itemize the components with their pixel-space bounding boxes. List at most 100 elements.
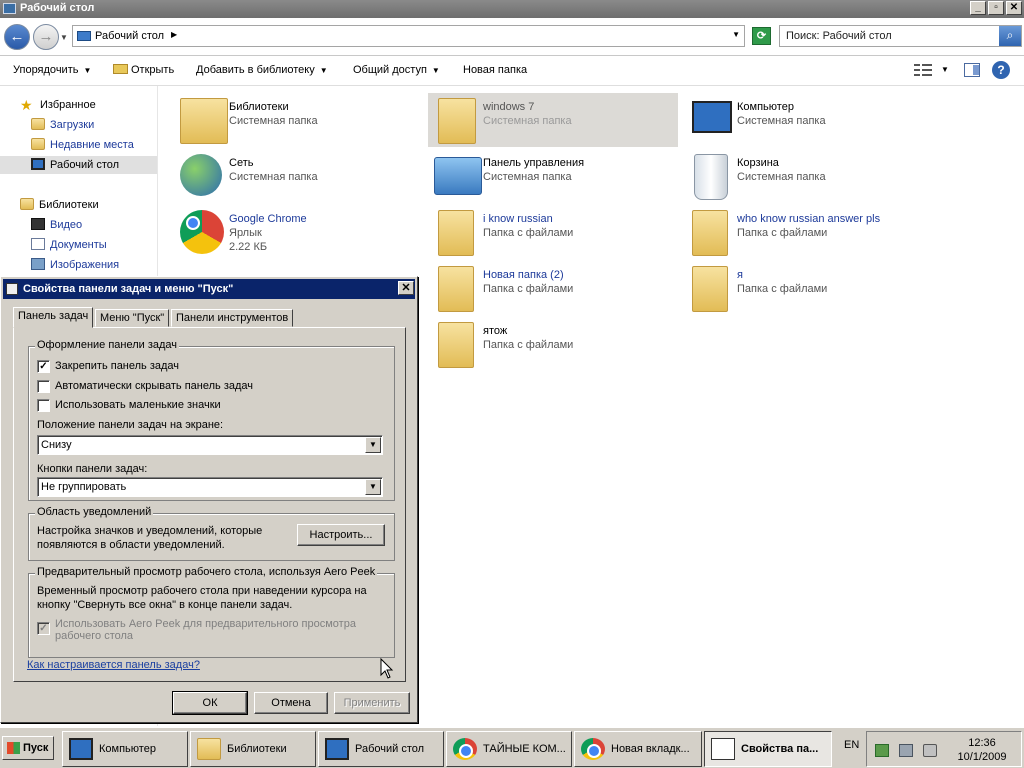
item-name: Новая папка (2) bbox=[483, 269, 564, 281]
volume-muted-icon[interactable] bbox=[923, 744, 937, 757]
taskbar-button-computer[interactable]: Компьютер bbox=[62, 731, 188, 767]
lock-taskbar-checkbox[interactable]: ✓ bbox=[37, 360, 50, 373]
aero-peek-checkbox[interactable]: ✓ bbox=[37, 622, 50, 635]
nav-images[interactable]: Изображения bbox=[31, 256, 119, 274]
address-box[interactable]: Рабочий стол ▶ ▼ bbox=[72, 25, 745, 47]
list-item[interactable]: windows 7 Системная папка bbox=[428, 93, 678, 147]
nav-favorites-label: Избранное bbox=[40, 99, 96, 111]
taskbar-button-chrome-2[interactable]: Новая вкладк... bbox=[574, 731, 702, 767]
address-dropdown-icon[interactable]: ▼ bbox=[732, 30, 740, 39]
buttons-select[interactable]: Не группировать ▼ bbox=[37, 477, 383, 497]
taskbar-button-desktop[interactable]: Рабочий стол bbox=[318, 731, 444, 767]
computer-icon bbox=[69, 738, 93, 760]
security-icon[interactable] bbox=[875, 744, 889, 757]
start-label: Пуск bbox=[23, 742, 49, 754]
address-path[interactable]: Рабочий стол bbox=[95, 30, 164, 42]
item-type: Системная папка bbox=[229, 115, 318, 127]
item-type: Системная папка bbox=[483, 171, 572, 183]
explorer-title-bar[interactable]: Рабочий стол _ ▫ ✕ bbox=[0, 0, 1024, 18]
downloads-folder-icon bbox=[31, 118, 45, 130]
nav-video[interactable]: Видео bbox=[31, 216, 82, 234]
taskbar-button-libraries[interactable]: Библиотеки bbox=[190, 731, 316, 767]
back-button[interactable]: ← bbox=[4, 24, 30, 50]
ok-button[interactable]: ОК bbox=[172, 691, 248, 715]
libraries-icon bbox=[20, 198, 34, 210]
dialog-close-button[interactable]: ✕ bbox=[398, 281, 414, 295]
folder-icon bbox=[438, 322, 474, 368]
search-input[interactable] bbox=[780, 26, 999, 46]
nav-documents[interactable]: Документы bbox=[31, 236, 107, 254]
path-chevron-icon[interactable]: ▶ bbox=[171, 30, 177, 39]
taskbar-button-properties[interactable]: Свойства па... bbox=[704, 731, 832, 767]
tab-toolbars[interactable]: Панели инструментов bbox=[171, 309, 293, 327]
chevron-down-icon[interactable]: ▼ bbox=[365, 437, 381, 453]
item-name: windows 7 bbox=[483, 101, 535, 113]
list-item[interactable]: Библиотеки Системная папка bbox=[174, 93, 424, 147]
open-button[interactable]: Открыть bbox=[113, 64, 174, 76]
new-folder-button[interactable]: Новая папка bbox=[463, 64, 527, 76]
forward-button[interactable]: → bbox=[33, 24, 59, 50]
position-select[interactable]: Снизу ▼ bbox=[37, 435, 383, 455]
add-to-library-button[interactable]: Добавить в библиотеку ▼ bbox=[196, 64, 328, 76]
small-icons-checkbox[interactable] bbox=[37, 399, 50, 412]
folder-icon bbox=[692, 266, 728, 312]
chevron-down-icon[interactable]: ▼ bbox=[365, 479, 381, 495]
small-icons-label[interactable]: Использовать маленькие значки bbox=[55, 399, 221, 411]
nav-downloads-label: Загрузки bbox=[50, 119, 95, 131]
minimize-button[interactable]: _ bbox=[970, 1, 986, 15]
view-options-icon[interactable] bbox=[914, 63, 932, 77]
list-item[interactable]: Новая папка (2) Папка с файлами bbox=[428, 261, 678, 315]
list-item[interactable]: who know russian answer pls Папка с файл… bbox=[682, 205, 932, 259]
list-item[interactable]: i know russian Папка с файлами bbox=[428, 205, 678, 259]
nav-recent[interactable]: Недавние места bbox=[31, 136, 134, 154]
tab-taskbar[interactable]: Панель задач bbox=[13, 307, 93, 328]
chevron-down-icon: ▼ bbox=[431, 66, 440, 75]
view-dropdown-icon[interactable]: ▼ bbox=[941, 65, 949, 74]
organize-button[interactable]: Упорядочить ▼ bbox=[13, 64, 91, 76]
clock[interactable]: 12:36 10/1/2009 bbox=[947, 736, 1017, 764]
properties-icon bbox=[711, 738, 735, 760]
start-button[interactable]: Пуск bbox=[2, 736, 54, 760]
lock-taskbar-label[interactable]: Закрепить панель задач bbox=[55, 360, 179, 372]
nav-favorites[interactable]: ★ Избранное bbox=[20, 96, 96, 114]
history-dropdown-icon[interactable]: ▼ bbox=[60, 33, 68, 42]
refresh-button[interactable]: ⟳ bbox=[752, 27, 771, 45]
close-button[interactable]: ✕ bbox=[1006, 1, 1022, 15]
list-item[interactable]: Google Chrome Ярлык 2.22 КБ bbox=[174, 205, 424, 259]
search-icon[interactable]: ⌕ bbox=[999, 26, 1021, 46]
help-icon[interactable]: ? bbox=[992, 61, 1010, 79]
nav-libraries[interactable]: Библиотеки bbox=[20, 196, 99, 214]
share-button[interactable]: Общий доступ ▼ bbox=[353, 64, 440, 76]
list-item[interactable]: Корзина Системная папка bbox=[682, 149, 932, 203]
list-item[interactable]: Сеть Системная папка bbox=[174, 149, 424, 203]
nav-recent-label: Недавние места bbox=[50, 139, 134, 151]
taskbar-help-link[interactable]: Как настраивается панель задач? bbox=[27, 659, 200, 671]
item-name: who know russian answer pls bbox=[737, 213, 881, 225]
list-item[interactable]: Компьютер Системная папка bbox=[682, 93, 932, 147]
taskbar-button-chrome-1[interactable]: ТАЙНЫЕ КОМ... bbox=[446, 731, 572, 767]
list-item[interactable]: Панель управления Системная папка bbox=[428, 149, 678, 203]
dialog-title-bar[interactable]: Свойства панели задач и меню "Пуск" bbox=[3, 279, 415, 299]
preview-pane-icon[interactable] bbox=[964, 63, 980, 77]
item-type: Системная папка bbox=[737, 115, 826, 127]
list-item[interactable]: я Папка с файлами bbox=[682, 261, 932, 315]
tab-start-menu[interactable]: Меню "Пуск" bbox=[95, 309, 169, 327]
language-indicator[interactable]: EN bbox=[844, 739, 859, 751]
notify-text-1: Настройка значков и уведомлений, которые bbox=[37, 525, 263, 537]
list-item[interactable]: ятож Папка с файлами bbox=[428, 317, 678, 371]
nav-downloads[interactable]: Загрузки bbox=[31, 116, 94, 134]
cancel-button[interactable]: Отмена bbox=[254, 692, 328, 714]
nav-desktop[interactable]: Рабочий стол bbox=[0, 156, 157, 174]
notification-area: 12:36 10/1/2009 bbox=[866, 731, 1022, 767]
customize-button[interactable]: Настроить... bbox=[297, 524, 385, 546]
address-bar: ← → ▼ Рабочий стол ▶ ▼ ⟳ ⌕ bbox=[0, 18, 1024, 56]
star-icon: ★ bbox=[20, 97, 33, 113]
maximize-button[interactable]: ▫ bbox=[988, 1, 1004, 15]
taskbar-properties-icon bbox=[6, 283, 18, 295]
item-name: i know russian bbox=[483, 213, 553, 225]
apply-button[interactable]: Применить bbox=[334, 692, 410, 714]
autohide-label[interactable]: Автоматически скрывать панель задач bbox=[55, 380, 253, 392]
network-icon[interactable] bbox=[899, 744, 913, 757]
libraries-folder-icon bbox=[180, 98, 228, 144]
autohide-checkbox[interactable] bbox=[37, 380, 50, 393]
